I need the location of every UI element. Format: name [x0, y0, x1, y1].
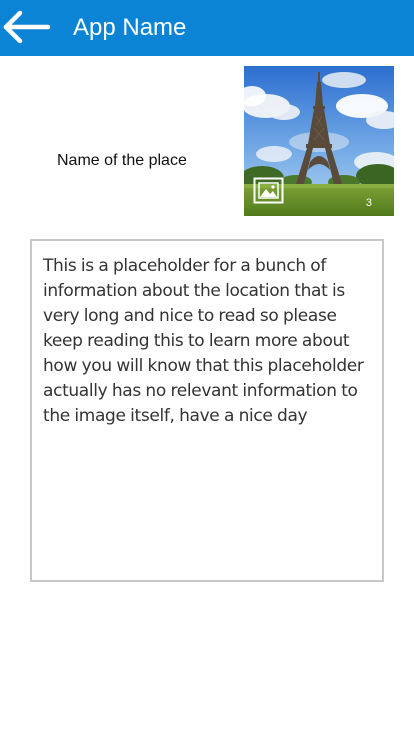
place-photo[interactable]: 3: [244, 66, 394, 216]
place-name: Name of the place: [57, 152, 187, 169]
app-title: App Name: [73, 14, 187, 41]
photo-count: 3: [365, 197, 372, 209]
arrow-left-icon: [3, 10, 51, 44]
info-box: This is a placeholder for a bunch of inf…: [30, 239, 384, 582]
info-text: This is a placeholder for a bunch of inf…: [43, 256, 364, 426]
eiffel-tower-photo: [244, 66, 394, 216]
app-bar: App Name: [0, 0, 414, 56]
back-button[interactable]: [0, 0, 56, 56]
